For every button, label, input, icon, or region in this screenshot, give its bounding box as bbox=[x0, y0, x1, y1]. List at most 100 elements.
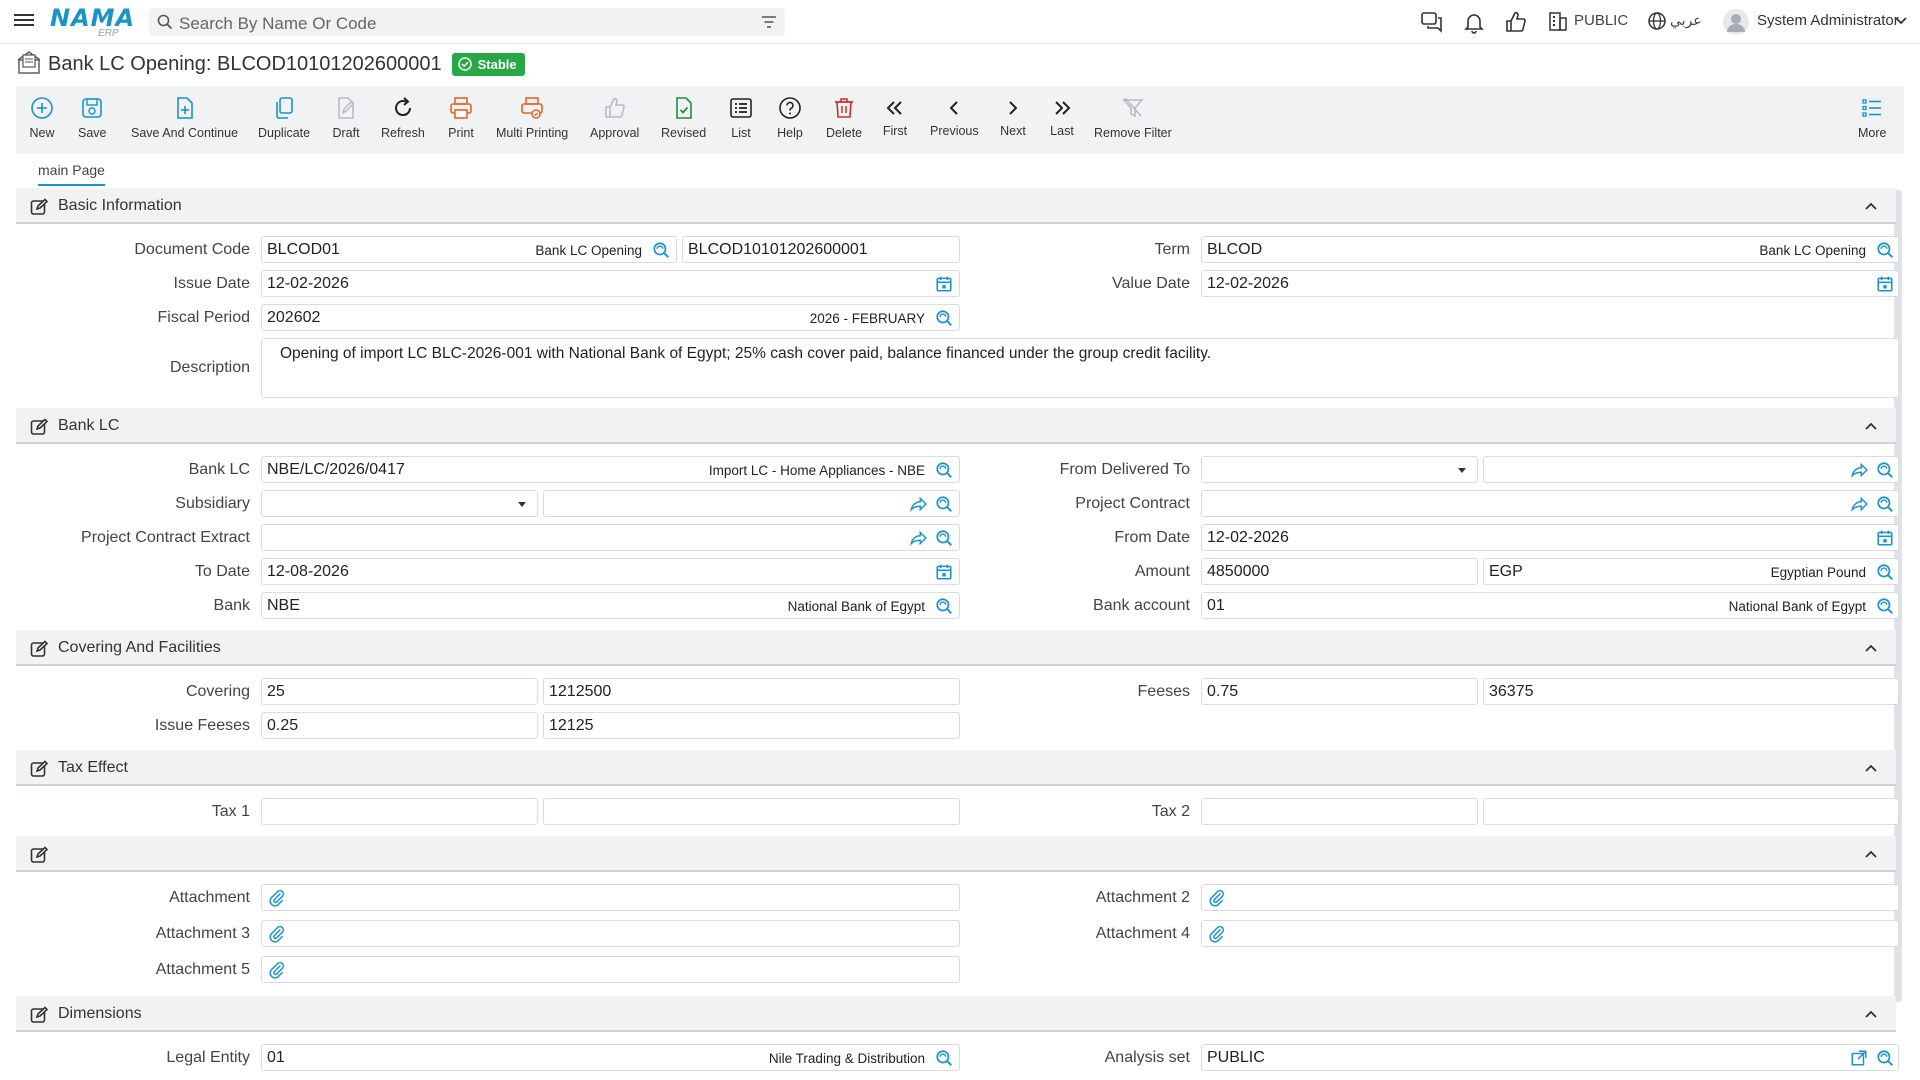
issue-feeses-percent-field[interactable]: 0.25 bbox=[261, 712, 538, 739]
legal-entity-field[interactable]: 01 Nile Trading & Distribution bbox=[261, 1044, 960, 1071]
attachment-3-field[interactable] bbox=[261, 920, 960, 947]
lookup-icon[interactable] bbox=[935, 495, 953, 513]
issue-date-field[interactable]: 12-02-2026 bbox=[261, 270, 960, 297]
project-contract-extract-field[interactable] bbox=[261, 524, 960, 551]
user-avatar-icon[interactable] bbox=[1722, 8, 1750, 41]
issue-feeses-amount-field[interactable]: 12125 bbox=[543, 712, 960, 739]
paperclip-icon[interactable] bbox=[268, 925, 286, 943]
thumbs-up-icon[interactable] bbox=[1504, 10, 1528, 39]
calendar-icon[interactable] bbox=[935, 563, 953, 581]
share-icon[interactable] bbox=[909, 495, 927, 513]
from-date-field[interactable]: 12-02-2026 bbox=[1201, 524, 1899, 551]
lookup-icon[interactable] bbox=[935, 597, 953, 615]
multi-printing-button[interactable]: Multi Printing bbox=[496, 94, 568, 140]
previous-record-button[interactable]: Previous bbox=[930, 94, 979, 138]
attachment-1-field[interactable] bbox=[261, 884, 960, 911]
chevron-down-icon[interactable] bbox=[1894, 14, 1908, 33]
paperclip-icon[interactable] bbox=[1208, 925, 1226, 943]
revised-button[interactable]: Revised bbox=[661, 94, 706, 140]
filter-icon[interactable] bbox=[761, 15, 777, 34]
tax-2-value-field[interactable] bbox=[1483, 798, 1899, 825]
amount-field[interactable]: 4850000 bbox=[1201, 558, 1478, 585]
project-contract-field[interactable] bbox=[1201, 490, 1899, 517]
lookup-icon[interactable] bbox=[1876, 1049, 1894, 1067]
bank-field[interactable]: NBE National Bank of Egypt bbox=[261, 592, 960, 619]
chevron-up-icon[interactable] bbox=[1864, 199, 1878, 213]
value-date-field[interactable]: 12-02-2026 bbox=[1201, 270, 1899, 297]
list-button[interactable]: List bbox=[727, 94, 755, 140]
globe-icon[interactable] bbox=[1646, 10, 1668, 37]
term-field[interactable]: BLCOD Bank LC Opening bbox=[1201, 236, 1899, 263]
description-textarea[interactable]: Opening of import LC BLC-2026-001 with N… bbox=[261, 338, 1899, 398]
calendar-icon[interactable] bbox=[1876, 275, 1894, 293]
section-basic-information[interactable]: Basic Information bbox=[16, 188, 1896, 224]
tax-2-code-field[interactable] bbox=[1201, 798, 1478, 825]
paperclip-icon[interactable] bbox=[268, 889, 286, 907]
lookup-icon[interactable] bbox=[935, 461, 953, 479]
hamburger-menu-icon[interactable] bbox=[14, 11, 34, 31]
section-attachments[interactable] bbox=[16, 836, 1896, 872]
language-switch[interactable]: عربي bbox=[1670, 12, 1702, 29]
share-icon[interactable] bbox=[909, 529, 927, 547]
currency-field[interactable]: EGP Egyptian Pound bbox=[1483, 558, 1899, 585]
save-and-continue-button[interactable]: Save And Continue bbox=[131, 94, 238, 140]
tax-1-value-field[interactable] bbox=[543, 798, 960, 825]
print-button[interactable]: Print bbox=[447, 94, 475, 140]
chevron-up-icon[interactable] bbox=[1864, 761, 1878, 775]
company-selector[interactable]: PUBLIC bbox=[1574, 12, 1628, 29]
first-record-button[interactable]: First bbox=[881, 94, 909, 138]
paperclip-icon[interactable] bbox=[1208, 889, 1226, 907]
lookup-icon[interactable] bbox=[1876, 461, 1894, 479]
calendar-icon[interactable] bbox=[1876, 529, 1894, 547]
more-button[interactable]: More bbox=[1858, 94, 1886, 140]
tab-main-page[interactable]: main Page bbox=[38, 162, 105, 186]
lookup-icon[interactable] bbox=[935, 529, 953, 547]
lookup-icon[interactable] bbox=[935, 1049, 953, 1067]
calendar-icon[interactable] bbox=[935, 275, 953, 293]
nama-logo[interactable]: NAMA ERP bbox=[50, 6, 134, 39]
section-dimensions[interactable]: Dimensions bbox=[16, 996, 1896, 1032]
subsidiary-field[interactable] bbox=[543, 490, 960, 517]
feeses-amount-field[interactable]: 36375 bbox=[1483, 678, 1899, 705]
chevron-up-icon[interactable] bbox=[1864, 847, 1878, 861]
to-date-field[interactable]: 12-08-2026 bbox=[261, 558, 960, 585]
delete-button[interactable]: Delete bbox=[826, 94, 862, 140]
covering-amount-field[interactable]: 1212500 bbox=[543, 678, 960, 705]
building-icon[interactable] bbox=[1547, 10, 1569, 37]
section-bank-lc[interactable]: Bank LC bbox=[16, 408, 1896, 444]
covering-percent-field[interactable]: 25 bbox=[261, 678, 538, 705]
bank-account-field[interactable]: 01 National Bank of Egypt bbox=[1201, 592, 1899, 619]
lookup-icon[interactable] bbox=[1876, 241, 1894, 259]
from-delivered-to-select[interactable] bbox=[1201, 456, 1478, 483]
analysis-set-field[interactable]: PUBLIC bbox=[1201, 1044, 1899, 1071]
from-delivered-to-field[interactable] bbox=[1483, 456, 1899, 483]
approval-button[interactable]: Approval bbox=[590, 94, 639, 140]
draft-button[interactable]: Draft bbox=[332, 94, 360, 140]
lookup-icon[interactable] bbox=[652, 241, 670, 259]
last-record-button[interactable]: Last bbox=[1048, 94, 1076, 138]
tax-1-code-field[interactable] bbox=[261, 798, 538, 825]
share-icon[interactable] bbox=[1850, 495, 1868, 513]
lookup-icon[interactable] bbox=[1876, 597, 1894, 615]
feeses-percent-field[interactable]: 0.75 bbox=[1201, 678, 1478, 705]
global-search-input[interactable]: Search By Name Or Code bbox=[149, 8, 785, 36]
help-button[interactable]: Help bbox=[776, 94, 804, 140]
save-button[interactable]: Save bbox=[78, 94, 107, 140]
subsidiary-select[interactable] bbox=[261, 490, 538, 517]
next-record-button[interactable]: Next bbox=[999, 94, 1027, 138]
attachment-5-field[interactable] bbox=[261, 956, 960, 983]
refresh-button[interactable]: Refresh bbox=[381, 94, 425, 140]
duplicate-button[interactable]: Duplicate bbox=[258, 94, 310, 140]
chevron-up-icon[interactable] bbox=[1864, 641, 1878, 655]
fiscal-period-field[interactable]: 202602 2026 - FEBRUARY bbox=[261, 304, 960, 331]
user-name[interactable]: System Administrator bbox=[1757, 12, 1899, 29]
lookup-icon[interactable] bbox=[935, 309, 953, 327]
section-tax-effect[interactable]: Tax Effect bbox=[16, 750, 1896, 786]
lookup-icon[interactable] bbox=[1876, 563, 1894, 581]
document-number-field[interactable]: BLCOD10101202600001 bbox=[682, 236, 960, 263]
new-button[interactable]: New bbox=[28, 94, 56, 140]
chevron-up-icon[interactable] bbox=[1864, 419, 1878, 433]
share-icon[interactable] bbox=[1850, 461, 1868, 479]
lookup-icon[interactable] bbox=[1876, 495, 1894, 513]
external-link-icon[interactable] bbox=[1850, 1049, 1868, 1067]
